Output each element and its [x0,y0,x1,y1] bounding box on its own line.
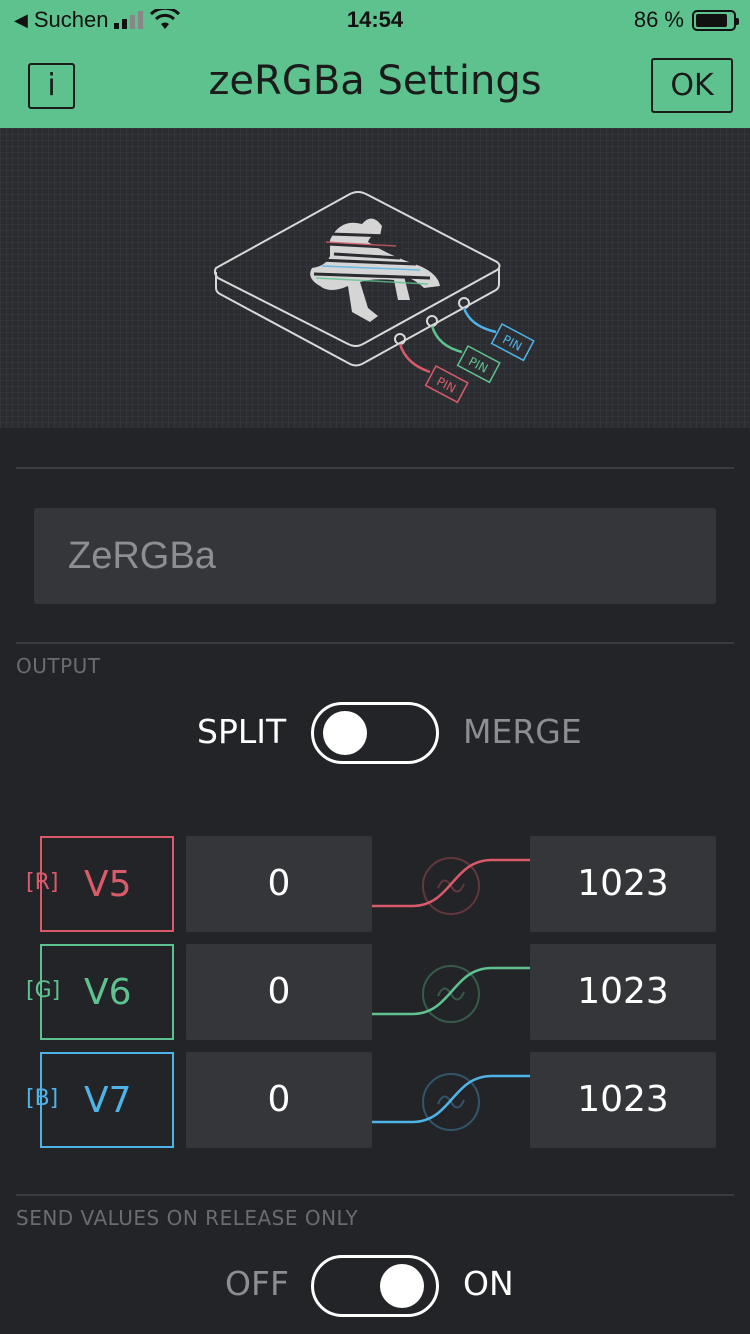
release-toggle[interactable] [311,1255,439,1317]
pin-select-green[interactable]: [G] V6 [26,944,174,1040]
ok-button[interactable]: OK [651,58,733,113]
zergba-illustration: PIN PIN PIN [0,128,750,428]
release-label: SEND VALUES ON RELEASE ONLY [16,1206,359,1230]
min-value-red[interactable]: 0 [186,836,372,932]
max-value-red[interactable]: 1023 [530,836,716,932]
pin-select-red[interactable]: [R] V5 [26,836,174,932]
status-bar: ◀ Suchen 14:54 86 % [0,0,750,44]
page-title: zeRGBa Settings [208,58,542,104]
range-curve-blue [372,1073,530,1131]
battery-percent: 86 % [633,7,684,32]
channel-tag-red: [R] [26,870,59,895]
zebra-icon [310,218,440,322]
off-label: OFF [225,1264,289,1303]
range-curve-red [372,857,530,915]
battery-icon [692,9,739,31]
on-label: ON [463,1264,514,1303]
pin-label-red: V5 [84,864,132,905]
pin-label-green: V6 [84,972,132,1013]
status-right: 86 % [633,7,739,33]
divider [16,1194,734,1196]
divider [16,642,734,644]
channel-tag-blue: [B] [26,1086,59,1111]
min-value-blue[interactable]: 0 [186,1052,372,1148]
header-bar: ◀ Suchen 14:54 86 % i zeRGBa Settings OK [0,0,750,128]
widget-name-input[interactable] [34,508,716,604]
device-illustration: PIN PIN PIN [213,191,535,404]
max-value-blue[interactable]: 1023 [530,1052,716,1148]
range-curve-green [372,965,530,1023]
max-value-green[interactable]: 1023 [530,944,716,1040]
output-label: OUTPUT [16,654,101,678]
min-value-green[interactable]: 0 [186,944,372,1040]
battery-fill [696,13,727,27]
toggle-knob [380,1264,424,1308]
channel-tag-green: [G] [26,978,61,1003]
divider [16,467,734,469]
pin-label-blue: V7 [84,1080,132,1121]
pin-select-blue[interactable]: [B] V7 [26,1052,174,1148]
merge-label: MERGE [463,712,582,751]
toggle-knob [323,711,367,755]
output-mode-toggle[interactable] [311,702,439,764]
split-label: SPLIT [197,712,287,751]
